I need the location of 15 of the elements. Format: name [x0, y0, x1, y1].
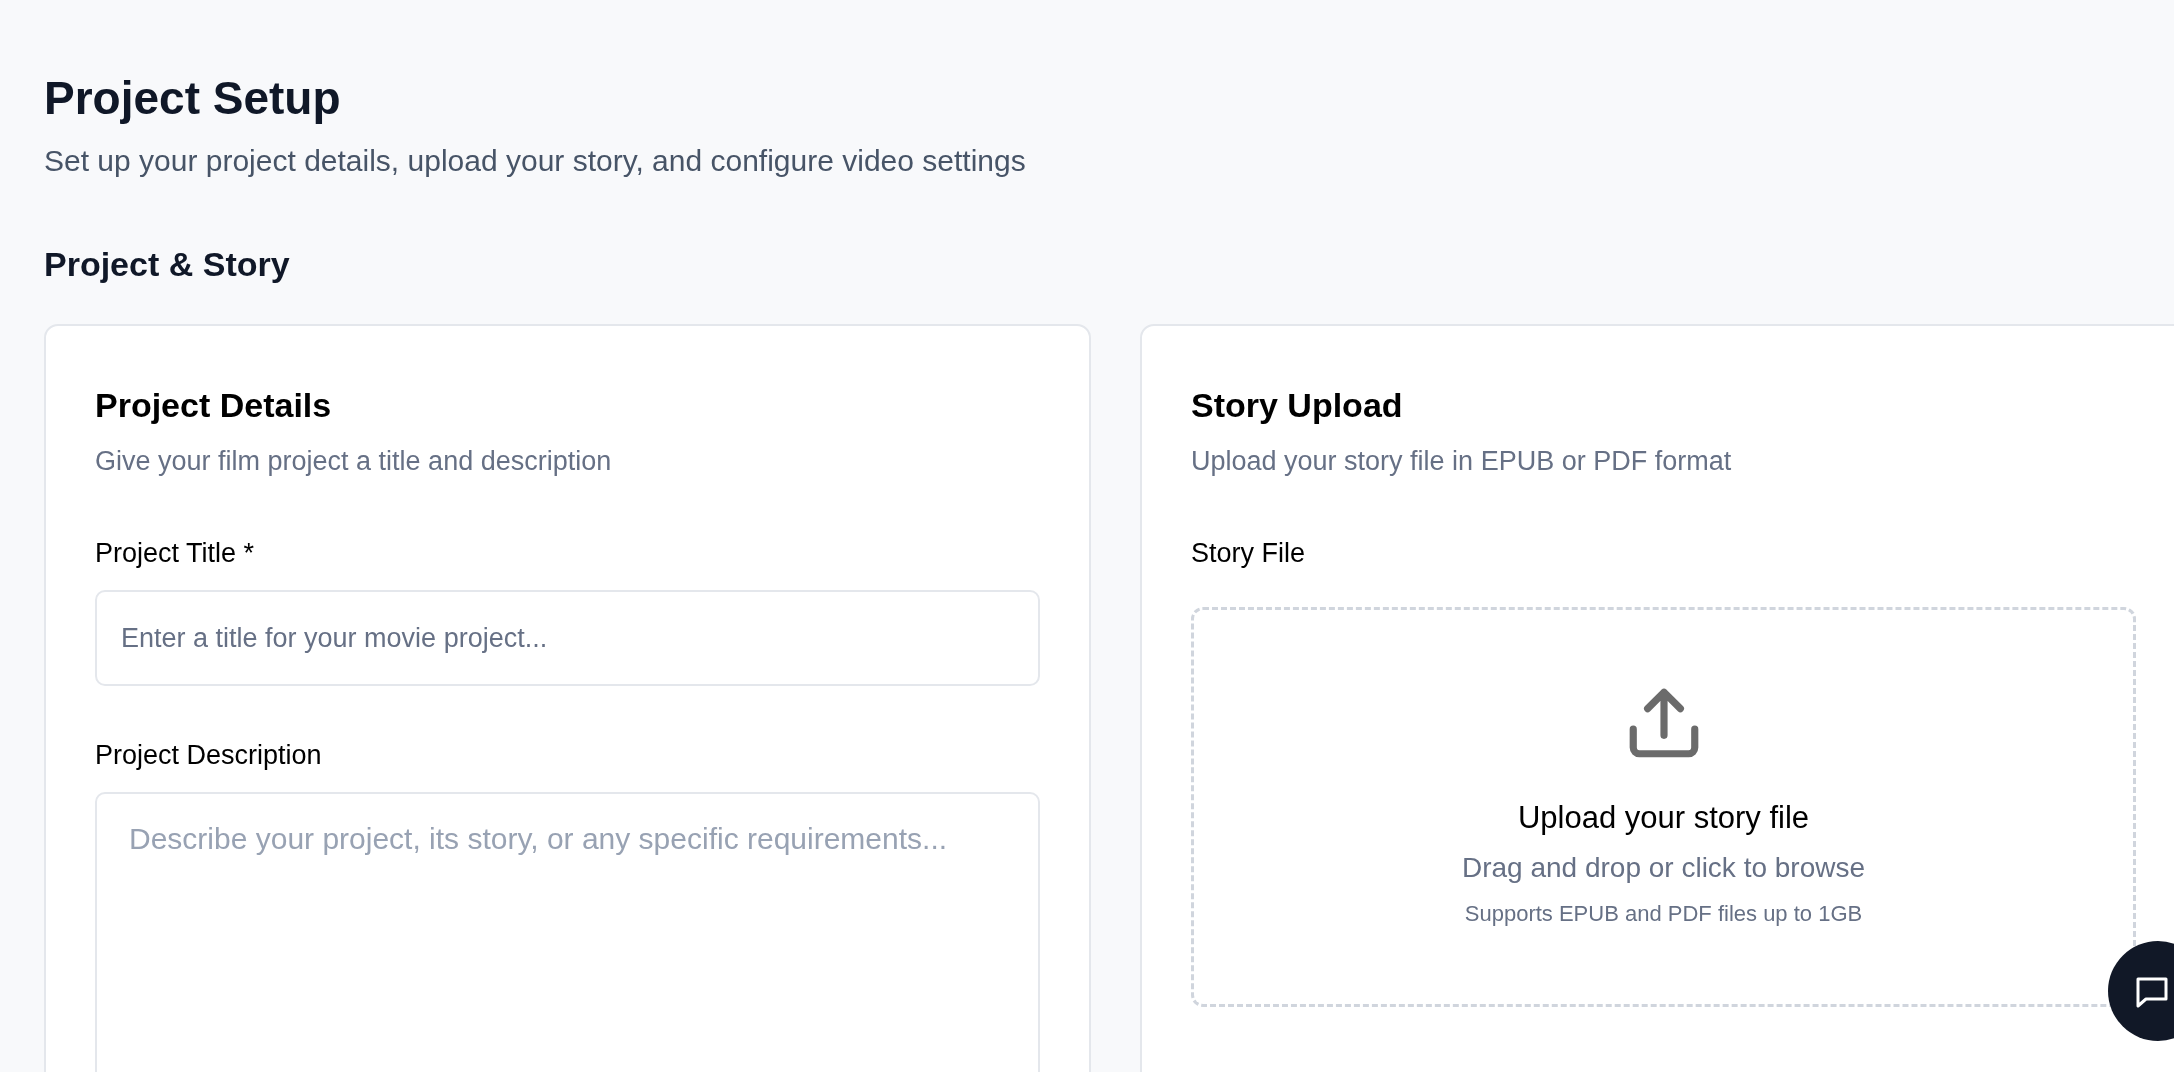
dropzone-hint: Drag and drop or click to browse: [1461, 851, 1866, 885]
card-description: Give your film project a title and description: [95, 445, 613, 478]
textarea-field[interactable]: Describe your project, its story, or any specific requirements...: [95, 792, 1040, 1072]
field-label: Project Description: [95, 739, 323, 772]
dropzone-title: Upload your story file: [1517, 799, 1810, 837]
card-title: Project Details: [95, 385, 333, 426]
field-label: Project Title *: [95, 537, 256, 570]
card-description: Upload your story file in EPUB or PDF format: [1191, 445, 1733, 478]
page-subtitle: Set up your project details, upload your story, and configure video settings: [44, 143, 1027, 179]
card-title: Story Upload: [1191, 385, 1404, 426]
input-field[interactable]: Enter a title for your movie project...: [95, 590, 1040, 686]
dropzone-note: Supports EPUB and PDF files up to 1GB: [1464, 900, 1863, 928]
section-title: Project & Story: [44, 244, 291, 285]
field-label: Story File: [1191, 537, 1307, 570]
page-title: Project Setup: [44, 71, 342, 126]
